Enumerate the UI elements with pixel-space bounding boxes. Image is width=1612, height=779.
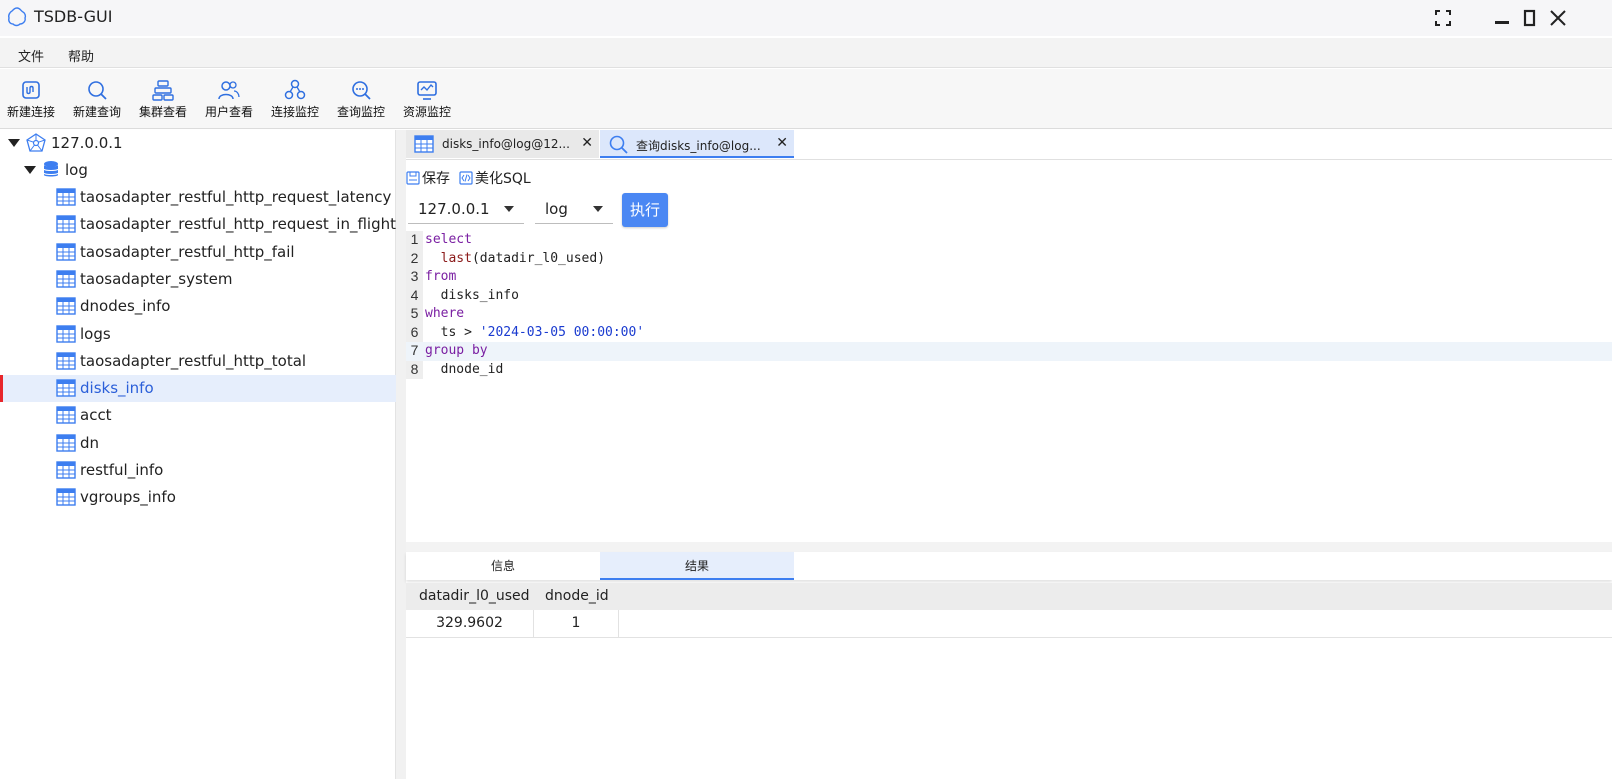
close-icon[interactable] — [1546, 6, 1570, 30]
tree-table-node[interactable]: taosadapter_restful_http_fail — [0, 239, 396, 266]
resource-monitor-icon — [417, 81, 437, 100]
new-connection-icon — [22, 81, 40, 99]
chevron-down-icon — [504, 206, 514, 212]
server-icon — [26, 133, 46, 152]
tab-result[interactable]: 结果 — [600, 552, 794, 580]
table-icon — [56, 324, 76, 343]
table-icon — [56, 270, 76, 288]
table-row[interactable]: 329.9602 1 — [406, 610, 1612, 638]
window-title: TSDB-GUI — [34, 7, 113, 26]
tree-table-node[interactable]: restful_info — [0, 457, 396, 484]
database-icon — [43, 161, 59, 177]
query-toolbar: 保存 美化SQL — [406, 168, 706, 188]
column-header[interactable]: dnode_id — [545, 588, 609, 604]
connection-monitor-icon — [284, 79, 306, 100]
connection-monitor-button[interactable]: 连接监控 — [265, 79, 325, 120]
fullscreen-icon[interactable] — [1431, 6, 1455, 30]
column-header[interactable]: datadir_l0_used — [419, 588, 530, 604]
code-line: 4 disks_info — [410, 286, 519, 303]
editor-result-splitter[interactable] — [406, 542, 1612, 552]
menu-bar: 文件 帮助 — [0, 38, 1612, 68]
table-icon — [56, 406, 76, 425]
tree-database-node[interactable]: log — [0, 157, 396, 184]
tree-table-node[interactable]: taosadapter_system — [0, 266, 396, 293]
table-cell: 1 — [534, 610, 619, 638]
tree-table-node[interactable]: disks_info — [0, 375, 396, 403]
code-line: 8 dnode_id — [410, 360, 504, 377]
user-view-button[interactable]: 用户查看 — [199, 79, 259, 120]
table-icon — [56, 379, 76, 397]
query-monitor-icon — [352, 81, 371, 100]
table-icon — [56, 188, 76, 206]
query-monitor-button[interactable]: 查询监控 — [331, 79, 391, 120]
database-select[interactable]: log — [535, 194, 613, 224]
editor-tabs: disks_info@log@12... ✕ 查询disks_info@log.… — [406, 130, 1612, 160]
save-button[interactable]: 保存 — [406, 168, 450, 188]
chevron-down-icon — [593, 206, 603, 212]
new-query-button[interactable]: 新建查询 — [67, 79, 127, 120]
title-bar: TSDB-GUI — [0, 0, 1612, 36]
cluster-view-button[interactable]: 集群查看 — [133, 79, 193, 120]
expand-arrow-icon[interactable] — [8, 139, 20, 147]
menu-file[interactable]: 文件 — [18, 46, 44, 65]
tree-server-node[interactable]: 127.0.0.1 — [0, 130, 396, 157]
tab-query-disks-info[interactable]: 查询disks_info@log... ✕ — [600, 130, 794, 158]
code-line: 1 select — [410, 231, 472, 247]
table-icon — [56, 297, 76, 315]
maximize-icon[interactable] — [1517, 6, 1541, 30]
code-line: 3 from — [410, 268, 457, 284]
code-line: 2 last(datadir_l0_used) — [410, 249, 606, 266]
tree-table-node[interactable]: logs — [0, 321, 396, 348]
tree-table-node[interactable]: taosadapter_restful_http_total — [0, 348, 396, 375]
result-header: datadir_l0_used dnode_id — [406, 583, 1612, 610]
table-icon — [414, 135, 434, 153]
tree-table-node[interactable]: taosadapter_restful_http_request_in_flig… — [0, 211, 396, 238]
new-connection-button[interactable]: 新建连接 — [1, 79, 61, 120]
tab-table-disks-info[interactable]: disks_info@log@12... ✕ — [406, 130, 599, 158]
execute-button[interactable]: 执行 — [622, 193, 668, 227]
search-icon — [609, 135, 628, 154]
expand-arrow-icon[interactable] — [24, 166, 36, 174]
toolbar: 新建连接 新建查询 集群查看 用户查看 连接监控 查询监控 资源监控 — [0, 69, 1612, 129]
save-icon — [406, 171, 420, 185]
code-line-active: 7 group by — [406, 342, 1612, 361]
search-icon — [88, 81, 107, 100]
code-line: 5 where — [410, 305, 465, 321]
tree-table-node[interactable]: dnodes_info — [0, 293, 396, 320]
table-icon — [56, 461, 76, 479]
table-cell: 329.9602 — [406, 610, 534, 638]
connection-tree: 127.0.0.1 log taosadapter_restful_http_r… — [0, 130, 396, 779]
beautify-sql-button[interactable]: 美化SQL — [459, 168, 531, 188]
cluster-icon — [152, 80, 174, 101]
tab-info[interactable]: 信息 — [406, 552, 600, 580]
table-icon — [56, 488, 76, 506]
tab-close-icon[interactable]: ✕ — [581, 135, 593, 151]
tree-table-node[interactable]: dn — [0, 430, 396, 457]
tree-table-node[interactable]: taosadapter_restful_http_request_latency — [0, 184, 396, 211]
resource-monitor-button[interactable]: 资源监控 — [397, 79, 457, 120]
users-icon — [218, 81, 240, 100]
menu-help[interactable]: 帮助 — [68, 46, 94, 65]
code-icon — [459, 171, 473, 185]
table-icon — [56, 242, 76, 261]
code-line: 6 ts > '2024-03-05 00:00:00' — [410, 323, 645, 340]
tree-table-node[interactable]: vgroups_info — [0, 484, 396, 511]
tab-close-icon[interactable]: ✕ — [776, 135, 788, 151]
sidebar-scrollbar[interactable] — [396, 130, 406, 779]
sql-editor[interactable]: 1 select 2 last(datadir_l0_used) 3 from … — [406, 231, 1612, 542]
table-icon — [56, 215, 76, 233]
minimize-icon[interactable] — [1490, 6, 1514, 30]
app-logo-icon — [8, 7, 27, 27]
server-select[interactable]: 127.0.0.1 — [408, 194, 524, 224]
tree-table-node[interactable]: acct — [0, 402, 396, 429]
table-icon — [56, 433, 76, 452]
result-tabs: 信息 结果 — [406, 552, 1612, 580]
table-icon — [56, 352, 76, 370]
